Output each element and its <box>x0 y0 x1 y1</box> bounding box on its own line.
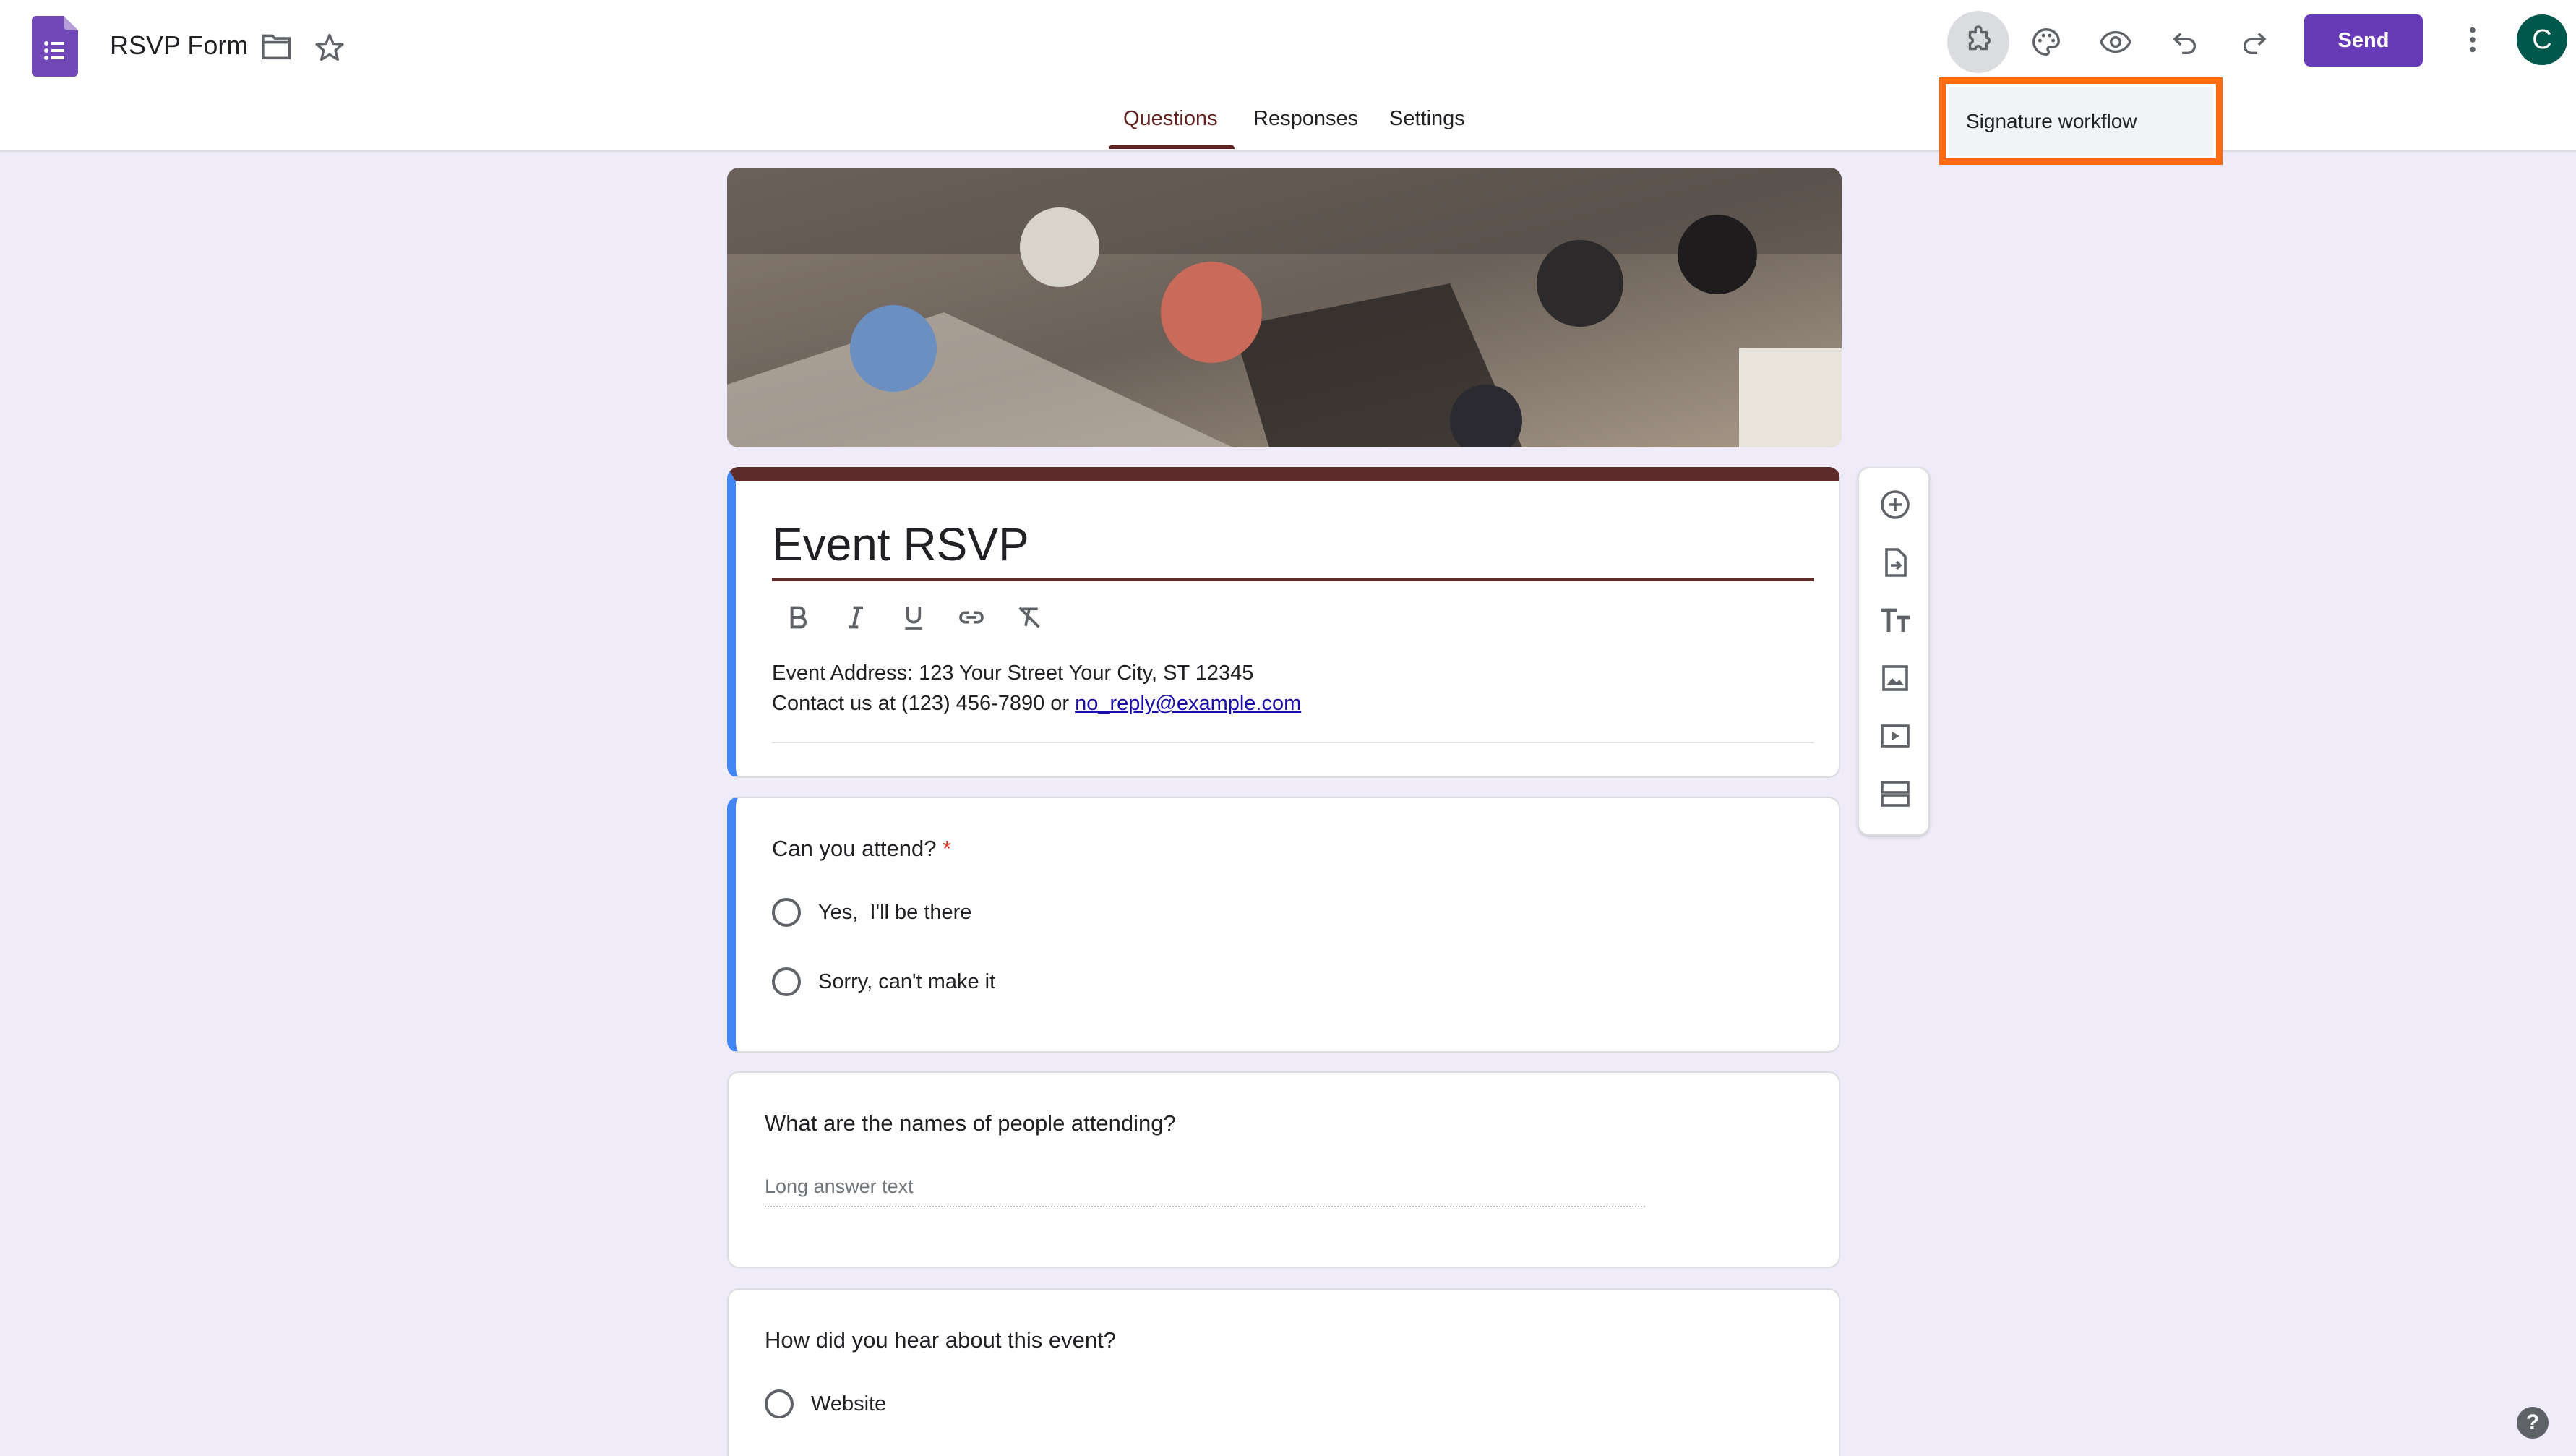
folder-icon[interactable] <box>260 32 292 61</box>
contact-email-link[interactable]: no_reply@example.com <box>1075 692 1301 715</box>
radio-option-label: Yes, I'll be there <box>818 900 972 924</box>
form-description[interactable]: Event Address: 123 Your Street Your City… <box>772 658 1301 719</box>
description-line-contact: Contact us at (123) 456-7890 or no_reply… <box>772 688 1301 719</box>
radio-option-label: Website <box>811 1392 887 1416</box>
active-tab-indicator <box>1109 145 1235 149</box>
palette-icon[interactable] <box>2015 11 2077 73</box>
radio-option[interactable]: Yes, I'll be there <box>772 898 971 927</box>
import-questions-icon[interactable] <box>1878 545 1912 580</box>
radio-button[interactable] <box>772 898 801 927</box>
question-card-attend[interactable]: Can you attend? * Yes, I'll be there Sor… <box>727 797 1840 1053</box>
redo-icon[interactable] <box>2223 11 2285 73</box>
avatar[interactable]: C <box>2517 14 2567 65</box>
add-section-icon[interactable] <box>1878 776 1912 811</box>
italic-icon[interactable] <box>841 603 870 635</box>
long-answer-line <box>765 1206 1645 1207</box>
add-title-icon[interactable] <box>1878 603 1912 638</box>
formatting-toolbar <box>783 603 1044 635</box>
form-title-card[interactable]: Event RSVP Event Address: 123 Your Stree… <box>727 467 1840 778</box>
send-button[interactable]: Send <box>2304 14 2423 67</box>
question-title-text: Can you attend? <box>772 836 937 861</box>
radio-option[interactable]: Sorry, can't make it <box>772 967 995 996</box>
long-answer-placeholder: Long answer text <box>765 1175 914 1197</box>
question-title: How did you hear about this event? <box>765 1327 1116 1353</box>
clear-formatting-icon[interactable] <box>1015 603 1044 635</box>
doc-title[interactable]: RSVP Form <box>110 30 248 61</box>
link-icon[interactable] <box>957 603 986 635</box>
question-title: Can you attend? * <box>772 836 951 862</box>
title-underline <box>772 578 1814 581</box>
side-toolbar <box>1858 467 1930 836</box>
add-video-icon[interactable] <box>1878 719 1912 753</box>
description-line-address: Event Address: 123 Your Street Your City… <box>772 661 1254 685</box>
add-question-icon[interactable] <box>1878 487 1912 522</box>
forms-logo-icon[interactable] <box>32 16 78 77</box>
required-mark: * <box>943 836 952 861</box>
question-title: What are the names of people attending? <box>765 1110 1176 1136</box>
radio-button[interactable] <box>765 1389 794 1418</box>
add-ons-icon[interactable] <box>1947 11 2009 73</box>
tab-questions[interactable]: Questions <box>1123 107 1218 131</box>
question-card-hear[interactable]: How did you hear about this event? Websi… <box>727 1288 1840 1456</box>
header-image <box>727 168 1842 447</box>
tab-responses[interactable]: Responses <box>1253 107 1358 131</box>
form-title[interactable]: Event RSVP <box>772 518 1029 571</box>
bold-icon[interactable] <box>783 603 812 635</box>
tab-settings[interactable]: Settings <box>1389 107 1465 131</box>
radio-option-label: Sorry, can't make it <box>818 969 996 993</box>
undo-icon[interactable] <box>2154 11 2216 73</box>
radio-option[interactable]: Website <box>765 1389 886 1418</box>
description-underline <box>772 742 1814 743</box>
help-icon[interactable]: ? <box>2517 1407 2549 1439</box>
menu-item-signature-workflow[interactable]: Signature workflow <box>1949 87 2213 156</box>
question-card-names[interactable]: What are the names of people attending? … <box>727 1071 1840 1268</box>
radio-button[interactable] <box>772 967 801 996</box>
underline-icon[interactable] <box>899 603 928 635</box>
more-vert-icon[interactable] <box>2455 22 2491 58</box>
preview-eye-icon[interactable] <box>2085 11 2147 73</box>
contact-text: Contact us at (123) 456-7890 or <box>772 692 1076 715</box>
star-icon[interactable] <box>314 32 345 64</box>
add-image-icon[interactable] <box>1878 661 1912 695</box>
